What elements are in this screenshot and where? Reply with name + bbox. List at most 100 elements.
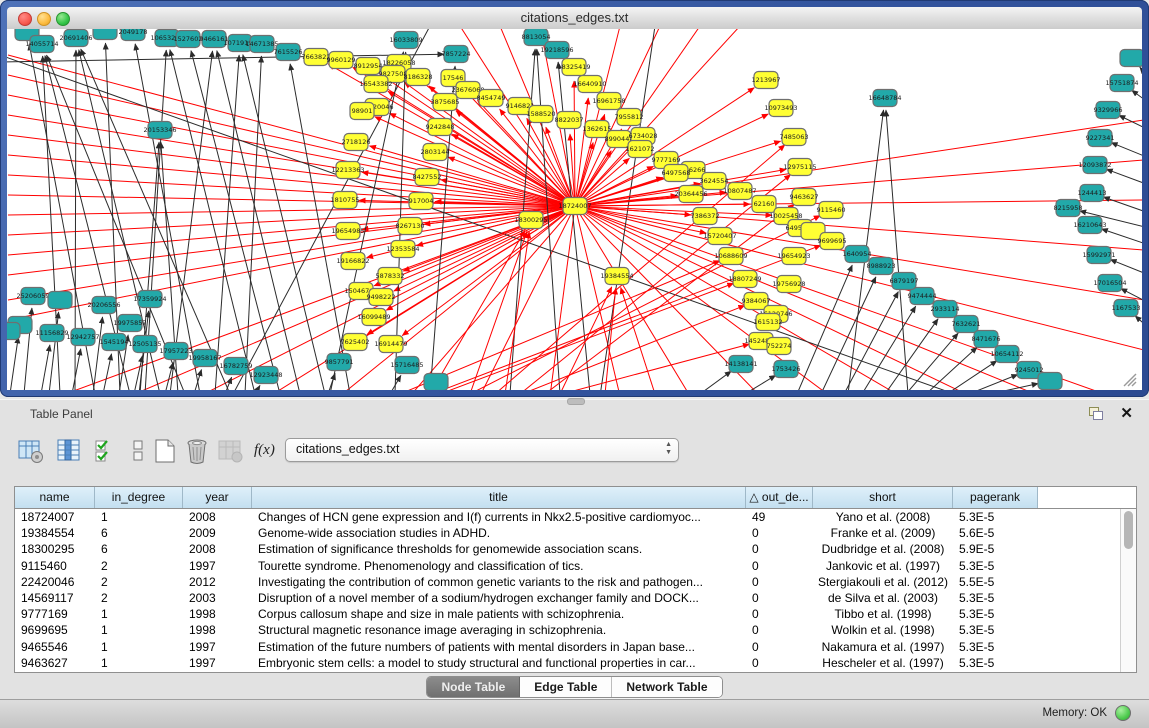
graph-node[interactable]: 10973493 (764, 100, 797, 117)
graph-node[interactable]: 16543382 (359, 76, 392, 93)
graph-node[interactable]: 1621072 (626, 141, 655, 158)
table-row[interactable]: 946362711997Embryonic stem cells: a mode… (15, 655, 1121, 671)
graph-node[interactable]: 19384554 (600, 268, 633, 285)
graph-node[interactable]: 12923448 (249, 367, 282, 384)
graph-node[interactable]: 917004 (409, 193, 434, 210)
column-header[interactable]: pagerank (953, 487, 1038, 508)
graph-node[interactable]: 1810755 (331, 192, 360, 209)
graph-node[interactable]: 19975857 (113, 315, 146, 332)
graph-node[interactable]: 1545194 (100, 334, 129, 351)
graph-node[interactable]: 19218596 (540, 42, 573, 59)
graph-node[interactable]: 16961758 (592, 93, 625, 110)
column-header[interactable]: △ out_de... (746, 487, 813, 508)
graph-node[interactable]: 20153346 (143, 122, 176, 139)
graph-node[interactable]: 6879197 (890, 273, 919, 290)
graph-node[interactable]: 752274 (767, 338, 792, 355)
graph-node[interactable]: 19654985 (331, 223, 364, 240)
graph-node[interactable]: 16782759 (219, 358, 252, 375)
graph-node[interactable]: 9242848 (426, 119, 455, 136)
graph-node[interactable]: 3875685 (431, 94, 460, 111)
graph-node[interactable]: 8267130 (396, 218, 425, 235)
tab-network-table[interactable]: Network Table (612, 677, 721, 697)
graph-node[interactable]: 7386372 (691, 208, 720, 225)
table-row[interactable]: 911546021997Tourette syndrome. Phenomeno… (15, 558, 1121, 574)
graph-node[interactable]: 9115460 (817, 202, 846, 219)
graph-node[interactable]: 6497568 (662, 165, 691, 182)
graph-node[interactable]: 14138141 (724, 356, 757, 373)
graph-node[interactable]: 7955812 (615, 109, 644, 126)
new-column-icon[interactable] (152, 438, 178, 464)
graph-node[interactable]: 16033809 (389, 32, 422, 49)
graph-node[interactable]: 15992971 (1082, 247, 1115, 264)
function-builder-icon[interactable]: f(x) (254, 442, 275, 459)
network-canvas[interactable]: 1405571420691406204917810653287152760294… (7, 29, 1142, 390)
graph-node[interactable]: 2049178 (119, 29, 148, 41)
graph-node[interactable]: 5878332 (376, 268, 405, 285)
graph-node[interactable] (48, 292, 72, 309)
table-row[interactable]: 2242004622012Investigating the contribut… (15, 574, 1121, 590)
column-header[interactable]: year (183, 487, 252, 508)
graph-node[interactable] (1120, 50, 1142, 67)
graph-node[interactable]: 11156829 (35, 325, 68, 342)
float-panel-icon[interactable] (1089, 407, 1103, 420)
table-row[interactable]: 1830029562008Estimation of significance … (15, 541, 1121, 557)
graph-node[interactable]: 10807487 (723, 183, 756, 200)
graph-node[interactable]: 19654923 (777, 248, 810, 265)
tab-edge-table[interactable]: Edge Table (520, 677, 612, 697)
graph-node[interactable]: 18807249 (728, 271, 761, 288)
graph-node[interactable]: 16914479 (374, 336, 407, 353)
network-window-titlebar[interactable]: citations_edges.txt (7, 7, 1142, 30)
delete-table-icon[interactable] (218, 438, 244, 464)
graph-node[interactable]: 17016504 (1093, 275, 1126, 292)
graph-node[interactable]: 1640954 (843, 246, 872, 263)
graph-node[interactable] (1038, 373, 1062, 390)
graph-node[interactable]: 16640910 (573, 76, 606, 93)
graph-node[interactable]: 12093872 (1078, 157, 1111, 174)
graph-node[interactable]: 17957223 (159, 343, 192, 360)
scrollbar-thumb[interactable] (1124, 511, 1133, 549)
graph-node[interactable]: 16648784 (868, 90, 901, 107)
graph-node[interactable]: 10688609 (714, 248, 747, 265)
graph-node[interactable]: 18300295 (514, 212, 547, 229)
graph-node[interactable]: 9498222 (367, 289, 396, 306)
graph-node[interactable]: 12353584 (386, 241, 419, 258)
graph-node[interactable]: 1213967 (752, 72, 781, 89)
table-row[interactable]: 969969511998Structural magnetic resonanc… (15, 622, 1121, 638)
graph-node[interactable]: 20691406 (59, 30, 92, 47)
graph-node[interactable]: 9699695 (818, 233, 847, 250)
graph-node[interactable]: 98901 (350, 103, 374, 120)
graph-node[interactable]: 1167533 (1112, 300, 1141, 317)
table-mode-icon[interactable] (18, 438, 44, 464)
graph-node[interactable]: 9960129 (327, 52, 356, 69)
column-header[interactable]: short (813, 487, 953, 508)
graph-node[interactable]: 18325419 (557, 59, 590, 76)
graph-node[interactable]: 2718126 (342, 134, 371, 151)
graph-node[interactable]: 9227341 (1086, 130, 1115, 147)
table-row[interactable]: 1456911722003Disruption of a novel membe… (15, 590, 1121, 606)
graph-node[interactable]: 18724007 (558, 198, 591, 215)
graph-node[interactable]: 12505135 (128, 336, 161, 353)
column-header[interactable]: in_degree (95, 487, 183, 508)
graph-node[interactable]: 8186328 (404, 69, 433, 86)
graph-node[interactable]: 8822037 (555, 112, 584, 129)
graph-node[interactable]: 8215958 (1054, 200, 1083, 217)
graph-node[interactable]: 19756928 (772, 276, 805, 293)
graph-node[interactable]: 1244413 (1078, 185, 1107, 202)
graph-node[interactable]: 16099489 (357, 309, 390, 326)
row-toggle-icon[interactable] (126, 438, 152, 464)
graph-node[interactable]: 19958167 (188, 350, 221, 367)
table-row[interactable]: 977716911998Corpus callosum shape and si… (15, 606, 1121, 622)
graph-node[interactable]: 17359924 (133, 291, 166, 308)
close-panel-icon[interactable]: ✕ (1120, 404, 1133, 422)
table-row[interactable]: 1872400712008Changes of HCN gene express… (15, 509, 1121, 525)
graph-node[interactable]: 12942757 (66, 329, 99, 346)
graph-node[interactable]: 14055714 (25, 36, 58, 53)
graph-node[interactable]: 7485063 (780, 129, 809, 146)
graph-node[interactable]: 8454749 (477, 90, 506, 107)
graph-node[interactable]: 12213363 (331, 162, 364, 179)
graph-node[interactable]: 8988923 (867, 258, 896, 275)
graph-node[interactable]: 7857224 (442, 46, 471, 63)
graph-node[interactable]: 10654112 (990, 346, 1023, 363)
window-resize-grip[interactable] (1120, 370, 1140, 388)
column-header[interactable]: name (15, 487, 95, 508)
